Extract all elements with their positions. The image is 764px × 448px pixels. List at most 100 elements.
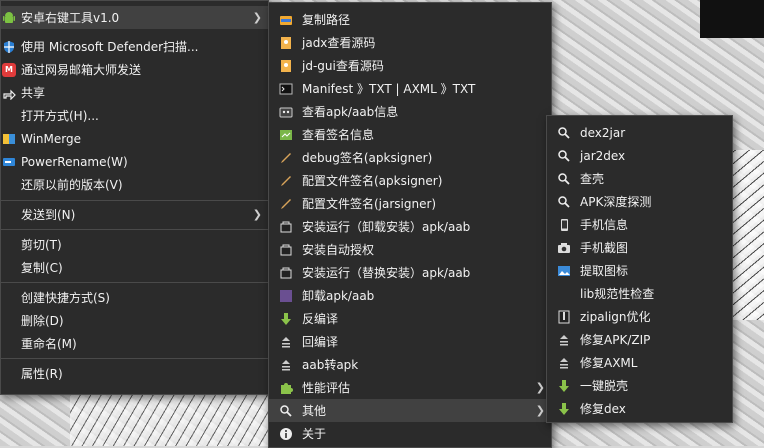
menu-item-copy-path[interactable]: 复制路径 [269, 8, 551, 31]
menu-item-apk-info[interactable]: 查看apk/aab信息 [269, 100, 551, 123]
menu-item-uninstall[interactable]: 卸载apk/aab [269, 284, 551, 307]
menu-item-label: 性能评估 [302, 381, 351, 395]
menu-item-label: 手机信息 [580, 218, 629, 232]
menu-item-lib-check[interactable]: lib规范性检查 [547, 282, 732, 305]
defender-shield-icon [2, 40, 16, 54]
search-icon [557, 149, 571, 163]
unpack-arrow-icon [557, 402, 571, 416]
menu-item-label: jadx查看源码 [302, 36, 376, 50]
menu-item-recompile[interactable]: 回编译 [269, 330, 551, 353]
menu-item-label: 一键脱壳 [580, 379, 629, 393]
menu-item-manifest-txt[interactable]: Manifest 》TXT | AXML 》TXT [269, 77, 551, 100]
camera-icon [557, 241, 571, 255]
context-menu: 安卓右键工具v1.0 ❯ 使用 Microsoft Defender扫描... … [0, 0, 269, 395]
menu-item-phone-screenshot[interactable]: 手机截图 [547, 236, 732, 259]
submenu-arrow-icon: ❯ [535, 381, 545, 394]
menu-item-extract-icon[interactable]: 提取图标 [547, 259, 732, 282]
menu-item-rename[interactable]: 重命名(M) [1, 332, 268, 355]
menu-item-phone-info[interactable]: 手机信息 [547, 213, 732, 236]
search-icon [279, 404, 293, 418]
menu-item-jadx[interactable]: jadx查看源码 [269, 31, 551, 54]
menu-item-debug-sign[interactable]: debug签名(apksigner) [269, 146, 551, 169]
menu-item-label: 重命名(M) [21, 337, 77, 351]
menu-item-label: 提取图标 [580, 264, 629, 278]
menu-item-label: 安装运行（卸载安装）apk/aab [302, 220, 471, 234]
menu-item-config-sign-jarsigner[interactable]: 配置文件签名(jarsigner) [269, 192, 551, 215]
menu-item-label: APK深度探测 [580, 195, 652, 209]
menu-item-share[interactable]: 共享 [1, 81, 268, 104]
menu-item-apk-deep-probe[interactable]: APK深度探测 [547, 190, 732, 213]
menu-item-repair-axml[interactable]: 修复AXML [547, 351, 732, 374]
menu-item-about[interactable]: 关于 [269, 422, 551, 445]
menu-item-label: 手机截图 [580, 241, 629, 255]
menu-item-label: dex2jar [580, 125, 626, 140]
menu-item-properties[interactable]: 属性(R) [1, 362, 268, 385]
search-icon [557, 126, 571, 140]
menu-item-label: 剪切(T) [21, 238, 62, 252]
menu-item-one-click-unpack[interactable]: 一键脱壳 [547, 374, 732, 397]
search-icon [557, 195, 571, 209]
menu-item-label: 属性(R) [21, 367, 63, 381]
menu-item-label: debug签名(apksigner) [302, 151, 433, 165]
terminal-icon [279, 82, 293, 96]
install-icon [279, 266, 293, 280]
menu-item-repair-dex[interactable]: 修复dex [547, 397, 732, 420]
unpack-arrow-icon [557, 379, 571, 393]
menu-item-delete[interactable]: 删除(D) [1, 309, 268, 332]
menu-item-open-with[interactable]: 打开方式(H)... [1, 104, 268, 127]
menu-item-netease-send[interactable]: M 通过网易邮箱大师发送 [1, 58, 268, 81]
android-icon [2, 11, 16, 25]
pen-icon [279, 174, 293, 188]
menu-item-restore-versions[interactable]: 还原以前的版本(V) [1, 173, 268, 196]
netease-mail-icon: M [2, 62, 16, 77]
menu-item-performance[interactable]: 性能评估 ❯ [269, 376, 551, 399]
jd-gui-icon [279, 59, 293, 73]
tools-submenu: 复制路径 jadx查看源码 jd-gui查看源码 Manifest 》TXT |… [268, 2, 552, 448]
install-icon [279, 243, 293, 257]
menu-item-winmerge[interactable]: WinMerge [1, 127, 268, 150]
menu-item-copy[interactable]: 复制(C) [1, 256, 268, 279]
menu-item-android-tools[interactable]: 安卓右键工具v1.0 ❯ [1, 6, 268, 29]
menu-item-zipalign[interactable]: zipalign优化 [547, 305, 732, 328]
submenu-arrow-icon: ❯ [252, 208, 262, 221]
menu-item-install-auto-grant[interactable]: 安装自动授权 [269, 238, 551, 261]
menu-separator [1, 229, 268, 230]
search-icon [557, 172, 571, 186]
winmerge-icon [2, 132, 16, 146]
menu-item-install-uninstall[interactable]: 安装运行（卸载安装）apk/aab [269, 215, 551, 238]
menu-item-defender-scan[interactable]: 使用 Microsoft Defender扫描... [1, 35, 268, 58]
submenu-arrow-icon: ❯ [535, 404, 545, 417]
menu-item-label: 通过网易邮箱大师发送 [21, 63, 142, 77]
pen-icon [279, 197, 293, 211]
menu-item-check-packer[interactable]: 查壳 [547, 167, 732, 190]
menu-item-dex2jar[interactable]: dex2jar [547, 121, 732, 144]
zipalign-icon [557, 310, 571, 324]
menu-item-label: 安装自动授权 [302, 243, 375, 257]
menu-item-label: jd-gui查看源码 [302, 59, 384, 73]
menu-item-cut[interactable]: 剪切(T) [1, 233, 268, 256]
repair-icon [557, 356, 571, 370]
menu-item-install-replace[interactable]: 安装运行（替换安装）apk/aab [269, 261, 551, 284]
menu-item-create-shortcut[interactable]: 创建快捷方式(S) [1, 286, 268, 309]
menu-item-label: 复制路径 [302, 13, 351, 27]
menu-item-signature-info[interactable]: 查看签名信息 [269, 123, 551, 146]
menu-item-jar2dex[interactable]: jar2dex [547, 144, 732, 167]
menu-item-aab-to-apk[interactable]: aab转apk [269, 353, 551, 376]
menu-item-label: PowerRename(W) [21, 154, 128, 169]
convert-icon [279, 358, 293, 372]
puzzle-icon [279, 381, 293, 395]
copy-path-icon [279, 13, 293, 27]
menu-item-other[interactable]: 其他 ❯ [269, 399, 551, 422]
powerrename-icon [2, 155, 16, 169]
jadx-icon [279, 36, 293, 50]
menu-item-send-to[interactable]: 发送到(N) ❯ [1, 203, 268, 226]
menu-item-config-sign-apksigner[interactable]: 配置文件签名(apksigner) [269, 169, 551, 192]
menu-item-label: 安装运行（替换安装）apk/aab [302, 266, 471, 280]
menu-item-repair-apk-zip[interactable]: 修复APK/ZIP [547, 328, 732, 351]
menu-item-jd-gui[interactable]: jd-gui查看源码 [269, 54, 551, 77]
phone-icon [557, 218, 571, 232]
menu-item-powerrename[interactable]: PowerRename(W) [1, 150, 268, 173]
share-icon [2, 86, 16, 100]
image-icon [557, 264, 571, 278]
menu-item-decompile[interactable]: 反编译 [269, 307, 551, 330]
